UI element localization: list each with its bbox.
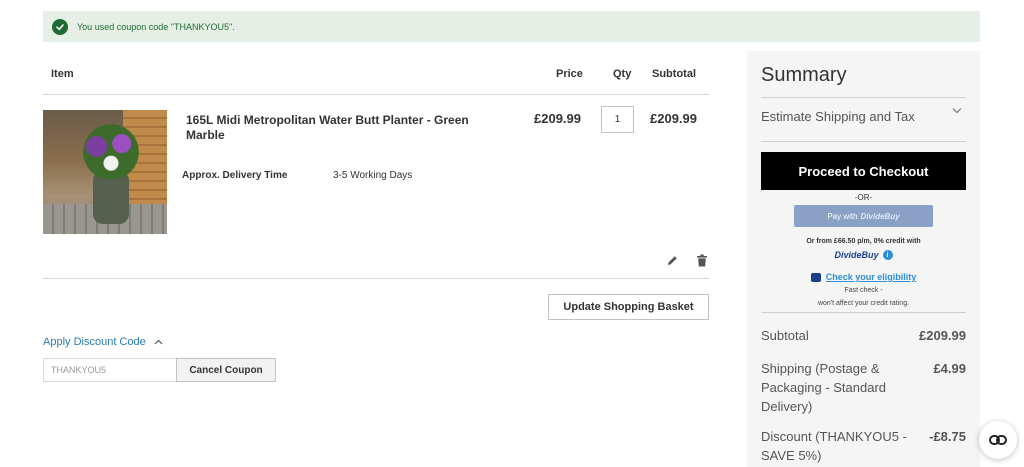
header-qty: Qty [613, 68, 632, 80]
header-divider [43, 94, 709, 95]
pay-with-label: Pay with [827, 211, 858, 221]
summary-row-label: Shipping (Postage & Packaging - Standard… [761, 361, 887, 414]
or-separator: -OR- [854, 193, 873, 202]
notice-message: You used coupon code "THANKYOU5". [77, 21, 235, 32]
edit-pencil-icon[interactable] [665, 253, 679, 267]
summary-row-label: Discount (THANKYOU5 - SAVE 5%) [761, 429, 907, 463]
summary-row-value: £209.99 [919, 328, 966, 343]
product-image[interactable] [43, 110, 167, 234]
dividebuy-brand: DivideBuy [860, 211, 900, 221]
summary-title: Summary [761, 64, 847, 86]
chat-link-icon [989, 435, 1007, 445]
order-summary: Summary Estimate Shipping and Tax Procee… [747, 51, 980, 467]
apply-discount-toggle[interactable]: Apply Discount Code [43, 336, 163, 348]
header-price: Price [556, 68, 583, 80]
delivery-time-value: 3-5 Working Days [333, 170, 413, 181]
item-subtotal: £209.99 [650, 111, 697, 126]
chat-widget-button[interactable] [979, 421, 1017, 459]
trash-icon[interactable] [695, 253, 709, 267]
check-eligibility-link[interactable]: Check your eligibility [826, 272, 917, 282]
success-notice: You used coupon code "THANKYOU5". [43, 11, 980, 42]
summary-row-shipping: Shipping (Postage & Packaging - Standard… [761, 359, 966, 419]
chevron-up-icon [154, 339, 163, 345]
check-circle-icon [52, 18, 68, 35]
pay-with-dividebuy-button[interactable]: Pay with DivideBuy [794, 205, 933, 227]
row-divider [43, 278, 709, 279]
summary-row-value: -£8.75 [929, 429, 966, 444]
eligibility-icon [810, 272, 821, 282]
proceed-to-checkout-button[interactable]: Proceed to Checkout [761, 152, 966, 190]
cancel-coupon-button[interactable]: Cancel Coupon [176, 358, 276, 382]
delivery-time-label: Approx. Delivery Time [182, 170, 288, 181]
update-basket-button[interactable]: Update Shopping Basket [548, 294, 709, 320]
credit-rating-note: won't affect your credit rating. [817, 300, 910, 307]
apply-discount-label: Apply Discount Code [43, 336, 146, 348]
summary-row-value: £4.99 [933, 361, 966, 376]
header-item: Item [51, 68, 74, 80]
fast-check-note: Fast check - [844, 287, 883, 294]
dividebuy-logo: DivideBuy [834, 250, 879, 260]
estimate-shipping-toggle[interactable]: Estimate Shipping and Tax [761, 109, 915, 124]
chevron-down-icon[interactable] [952, 107, 962, 114]
item-price: £209.99 [534, 111, 581, 126]
info-icon[interactable]: i [882, 250, 893, 260]
discount-code-input[interactable]: THANKYOU5 [43, 358, 177, 382]
summary-row-discount: Discount (THANKYOU5 - SAVE 5%) -£8.75 [761, 427, 966, 467]
credit-info-text: Or from £66.50 p/m, 0% credit with [806, 238, 921, 245]
summary-row-subtotal: Subtotal £209.99 [761, 326, 966, 346]
qty-input[interactable]: 1 [601, 106, 634, 133]
summary-row-label: Subtotal [761, 328, 809, 343]
product-name-link[interactable]: 165L Midi Metropolitan Water Butt Plante… [186, 113, 506, 143]
header-subtotal: Subtotal [652, 68, 696, 80]
